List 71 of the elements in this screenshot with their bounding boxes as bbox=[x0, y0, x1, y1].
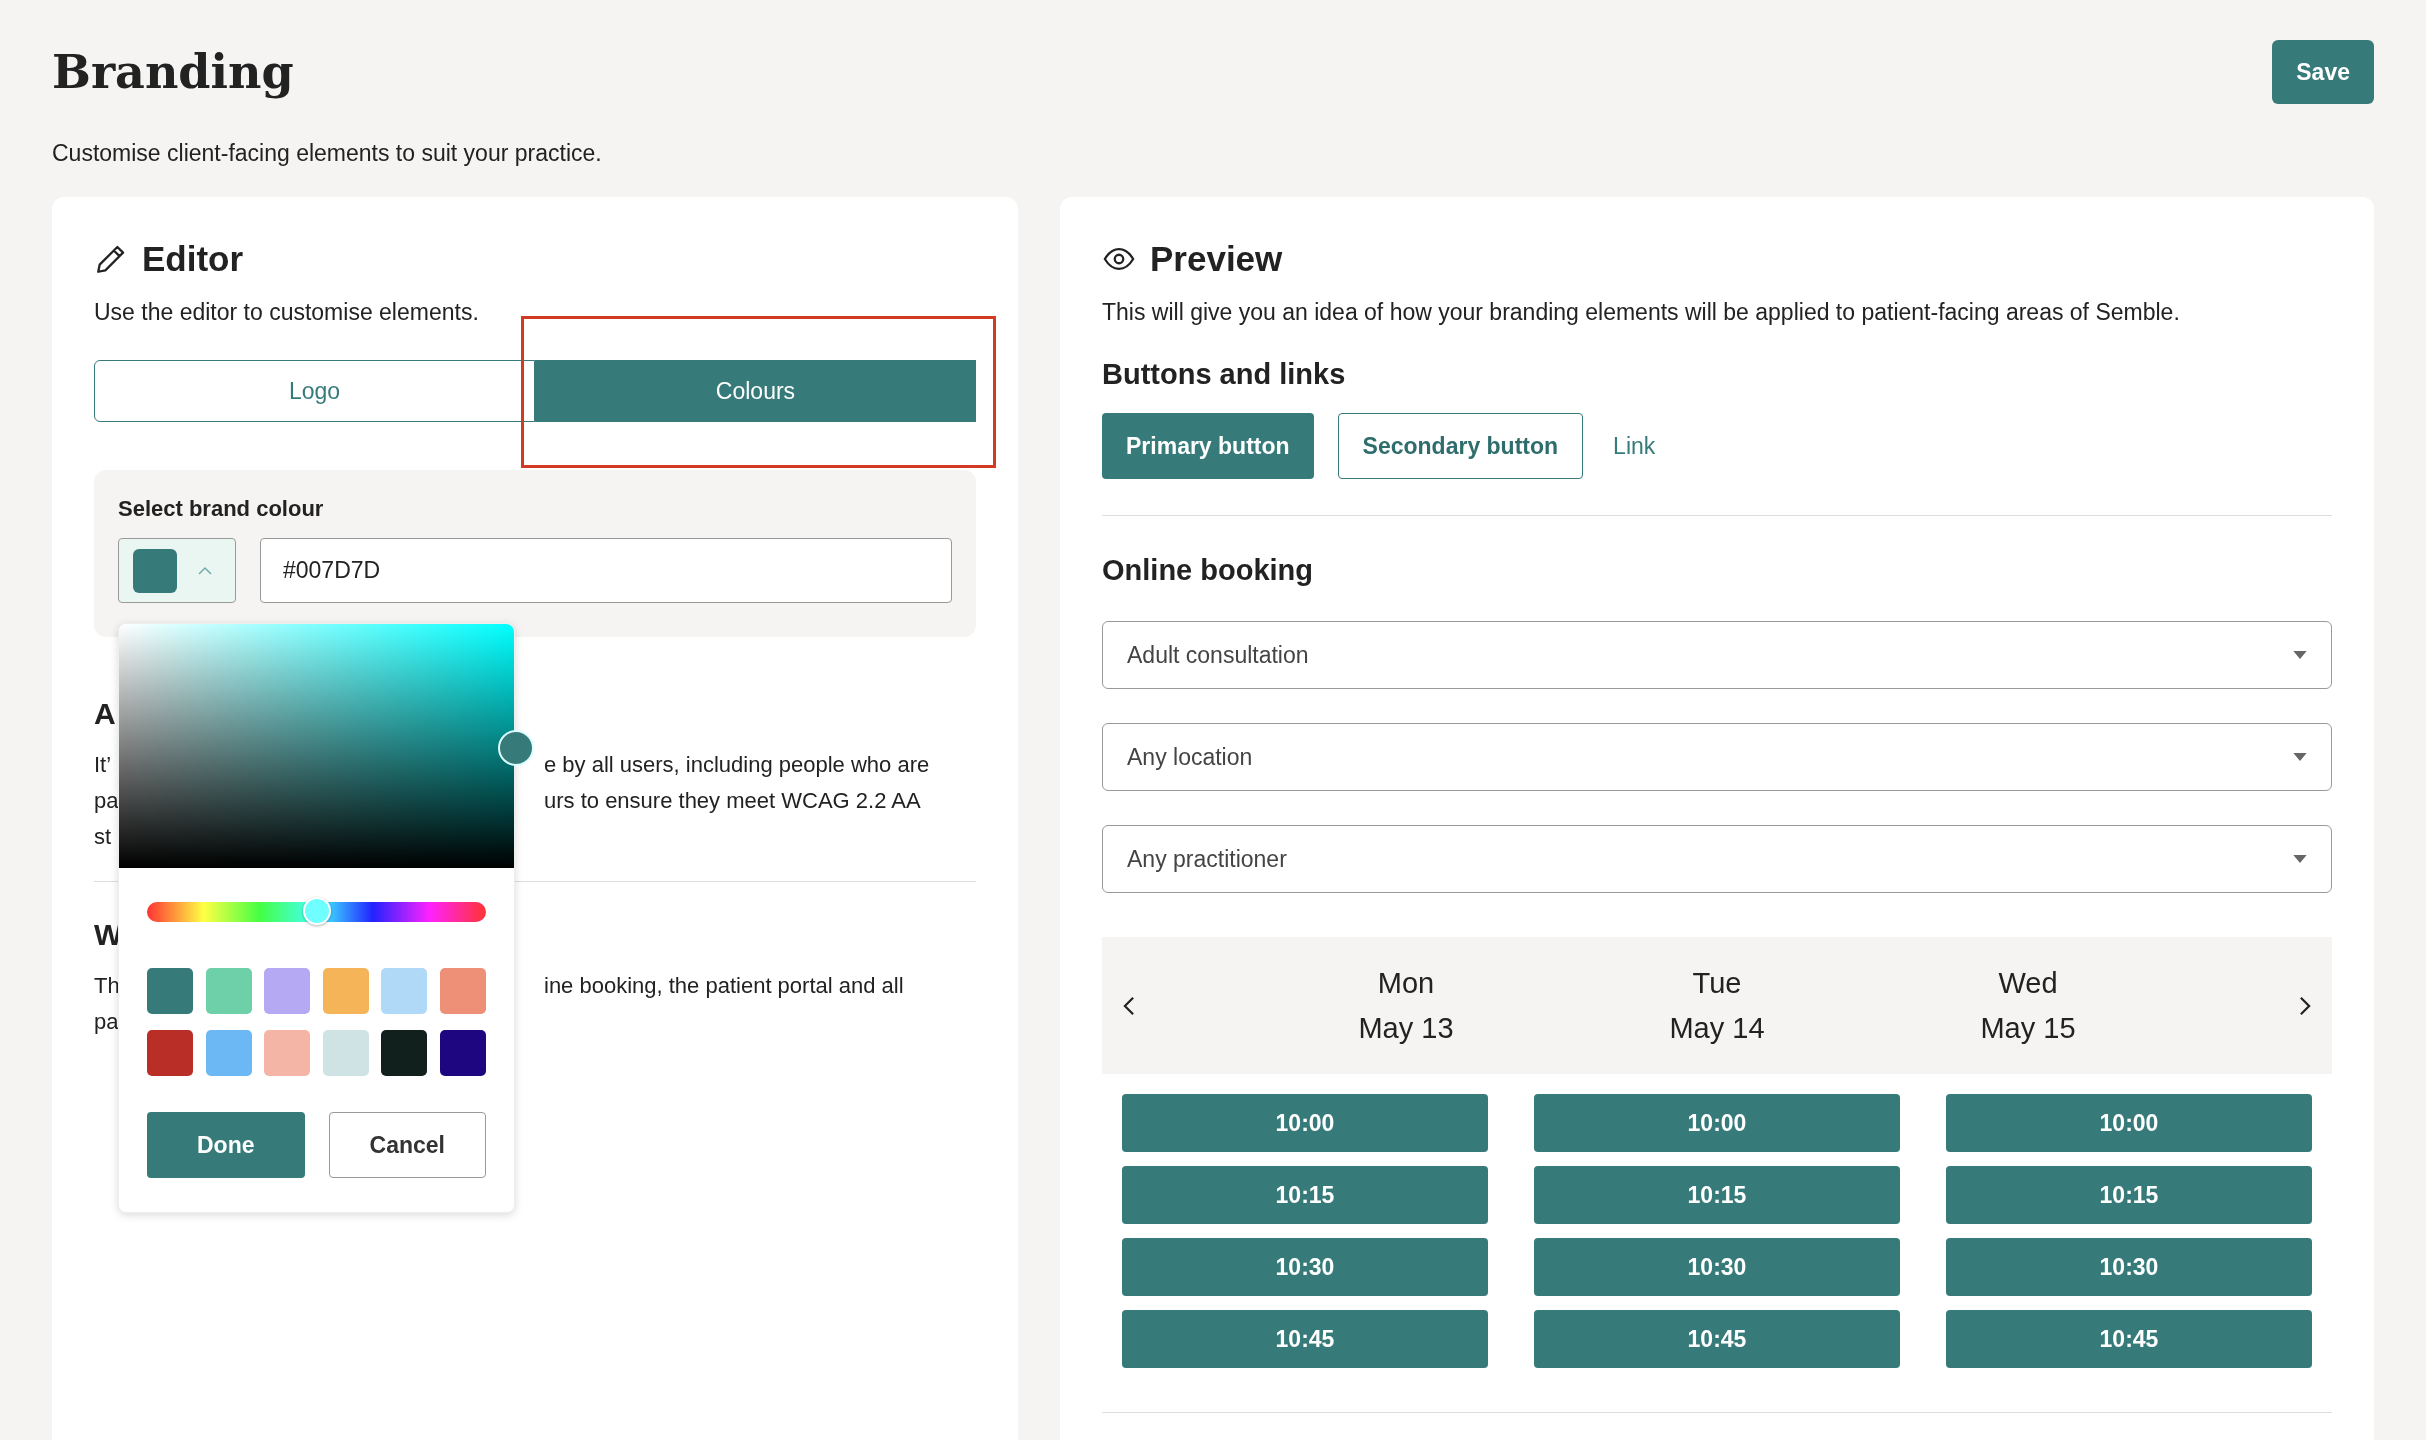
colour-swatch[interactable] bbox=[439, 1030, 486, 1076]
secondary-button[interactable]: Secondary button bbox=[1337, 413, 1584, 479]
day-name: Wed bbox=[1998, 966, 2058, 1000]
colour-swatch[interactable] bbox=[322, 968, 369, 1014]
paragraph-fragment: ine booking, the patient portal and all bbox=[544, 972, 904, 1000]
preview-title: Preview bbox=[1150, 239, 1283, 279]
colour-swatch[interactable] bbox=[147, 968, 193, 1014]
time-slot-button[interactable]: 10:15 bbox=[1534, 1166, 1900, 1224]
section-heading: Online booking bbox=[1102, 554, 1315, 587]
hex-input-field[interactable]: #007D7D bbox=[260, 538, 952, 603]
day-date: May 13 bbox=[1358, 1011, 1454, 1045]
colour-swatch[interactable] bbox=[381, 968, 428, 1014]
page-subtitle: Customise client-facing elements to suit your practice. bbox=[52, 140, 603, 167]
hue-handle[interactable] bbox=[302, 897, 331, 925]
preview-link[interactable]: Link bbox=[1613, 432, 1656, 460]
time-slot-button[interactable]: 10:15 bbox=[1946, 1166, 2312, 1224]
editor-tab[interactable]: Logo bbox=[94, 360, 535, 422]
chevron-left-icon[interactable] bbox=[1122, 994, 1136, 1017]
chevron-up-icon bbox=[197, 565, 213, 576]
section-heading: Buttons and links bbox=[1102, 358, 1347, 391]
brand-colour-label: Select brand colour bbox=[118, 496, 325, 522]
chevron-right-icon[interactable] bbox=[2298, 994, 2312, 1017]
paragraph-fragment: It’ bbox=[94, 752, 112, 777]
colour-swatch[interactable] bbox=[264, 968, 311, 1014]
colour-swatch[interactable] bbox=[205, 968, 252, 1014]
preview-description: This will give you an idea of how your branding elements will be applied to patient-facing areas of Semble. bbox=[1102, 299, 2181, 326]
dropdown-field[interactable]: Any practitioner bbox=[1102, 825, 2332, 893]
day-name: Mon bbox=[1377, 966, 1435, 1000]
section-heading: A bbox=[94, 697, 116, 730]
colour-swatch[interactable] bbox=[264, 1030, 311, 1076]
cancel-button[interactable]: Cancel bbox=[328, 1112, 486, 1178]
day-name: Tue bbox=[1692, 966, 1742, 1000]
editor-title: Editor bbox=[142, 239, 244, 279]
colour-swatch bbox=[133, 548, 177, 593]
time-slot-button[interactable]: 10:00 bbox=[1534, 1094, 1900, 1152]
paragraph-fragment: pa bbox=[94, 788, 119, 813]
paragraph-fragment: Th bbox=[94, 973, 120, 998]
picker-handle[interactable] bbox=[498, 730, 534, 766]
time-slot-button[interactable]: 10:30 bbox=[1534, 1238, 1900, 1296]
paragraph-fragment: urs to ensure they meet WCAG 2.2 AA bbox=[544, 787, 921, 815]
day-date: May 15 bbox=[1980, 1011, 2076, 1045]
day-date: May 14 bbox=[1669, 1011, 1765, 1045]
editor-description: Use the editor to customise elements. bbox=[94, 299, 480, 326]
colour-swatch[interactable] bbox=[205, 1030, 252, 1076]
caret-icon bbox=[2293, 753, 2307, 761]
saturation-area[interactable] bbox=[119, 624, 514, 868]
colour-swatch[interactable] bbox=[322, 1030, 369, 1076]
paragraph-fragment: pa bbox=[94, 1009, 119, 1034]
time-slot-button[interactable]: 10:00 bbox=[1122, 1094, 1488, 1152]
editor-tab[interactable]: Colours bbox=[535, 360, 976, 422]
page-title: Branding bbox=[52, 45, 294, 99]
dropdown-field[interactable]: Any location bbox=[1102, 723, 2332, 791]
time-slot-button[interactable]: 10:45 bbox=[1122, 1310, 1488, 1368]
time-slot-button[interactable]: 10:00 bbox=[1946, 1094, 2312, 1152]
save-button[interactable]: Save bbox=[2272, 40, 2374, 104]
time-slot-button[interactable]: 10:45 bbox=[1946, 1310, 2312, 1368]
dropdown-field[interactable]: Adult consultation bbox=[1102, 621, 2332, 689]
colour-swatch-button[interactable] bbox=[118, 538, 236, 603]
caret-icon bbox=[2293, 651, 2307, 659]
caret-icon bbox=[2293, 855, 2307, 863]
done-button[interactable]: Done bbox=[147, 1112, 305, 1178]
paragraph-fragment: st bbox=[94, 824, 112, 849]
time-slot-button[interactable]: 10:30 bbox=[1122, 1238, 1488, 1296]
colour-swatch[interactable] bbox=[381, 1030, 428, 1076]
time-slot-button[interactable]: 10:45 bbox=[1534, 1310, 1900, 1368]
colour-swatch[interactable] bbox=[439, 968, 486, 1014]
time-slot-button[interactable]: 10:30 bbox=[1946, 1238, 2312, 1296]
time-slot-button[interactable]: 10:15 bbox=[1122, 1166, 1488, 1224]
primary-button[interactable]: Primary button bbox=[1102, 413, 1314, 479]
paragraph-fragment: e by all users, including people who are bbox=[544, 751, 930, 779]
colour-swatch[interactable] bbox=[147, 1030, 193, 1076]
